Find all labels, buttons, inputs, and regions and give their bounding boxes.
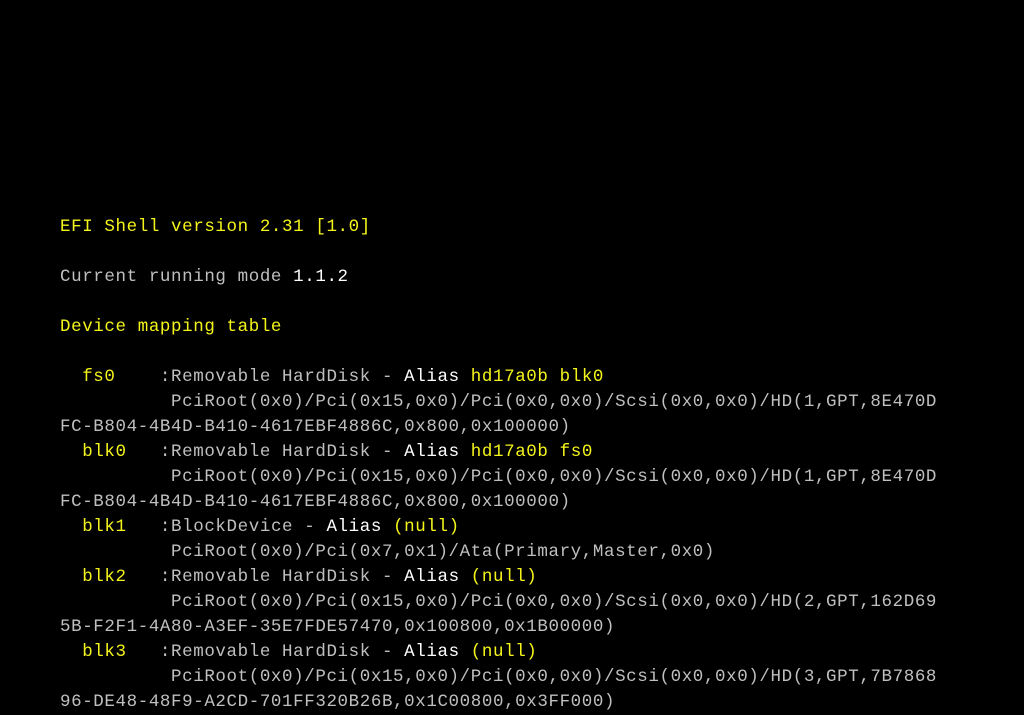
device-path: PciRoot(0x0)/Pci(0x7,0x1)/Ata(Primary,Ma…	[60, 540, 1024, 565]
alias-value: hd17a0b blk0	[471, 367, 604, 387]
alias-label: Alias	[404, 442, 471, 462]
device-type: :Removable HardDisk -	[160, 642, 404, 662]
device-entry: blk1 :BlockDevice - Alias (null)	[60, 515, 1024, 540]
shell-version-label: EFI Shell version 2.31 [1.0]	[60, 217, 371, 237]
device-name: fs0	[60, 367, 160, 387]
device-mapping-label: Device mapping table	[60, 317, 282, 337]
device-path: PciRoot(0x0)/Pci(0x15,0x0)/Pci(0x0,0x0)/…	[60, 390, 1024, 415]
alias-label: Alias	[326, 517, 393, 537]
alias-label: Alias	[404, 567, 471, 587]
running-mode-label: Current running mode	[60, 267, 293, 287]
device-path: PciRoot(0x0)/Pci(0x15,0x0)/Pci(0x0,0x0)/…	[60, 590, 1024, 615]
device-name: blk3	[60, 642, 160, 662]
device-name: blk1	[60, 517, 160, 537]
alias-label: Alias	[404, 367, 471, 387]
device-type: :BlockDevice -	[160, 517, 327, 537]
device-mapping-header: Device mapping table	[60, 315, 1024, 340]
running-mode-value: 1.1.2	[293, 267, 349, 287]
alias-value: hd17a0b fs0	[471, 442, 593, 462]
alias-value: (null)	[471, 642, 538, 662]
device-name: blk0	[60, 442, 160, 462]
device-path: PciRoot(0x0)/Pci(0x15,0x0)/Pci(0x0,0x0)/…	[60, 665, 1024, 690]
device-type: :Removable HardDisk -	[160, 567, 404, 587]
device-entry: fs0 :Removable HardDisk - Alias hd17a0b …	[60, 365, 1024, 390]
device-path-continuation: FC-B804-4B4D-B410-4617EBF4886C,0x800,0x1…	[60, 415, 1024, 440]
device-path-continuation: FC-B804-4B4D-B410-4617EBF4886C,0x800,0x1…	[60, 490, 1024, 515]
device-entry: blk2 :Removable HardDisk - Alias (null)	[60, 565, 1024, 590]
alias-value: (null)	[471, 567, 538, 587]
running-mode-line: Current running mode 1.1.2	[60, 265, 1024, 290]
efi-shell-terminal[interactable]: EFI Shell version 2.31 [1.0] Current run…	[0, 100, 1024, 715]
device-entry: blk0 :Removable HardDisk - Alias hd17a0b…	[60, 440, 1024, 465]
shell-header: EFI Shell version 2.31 [1.0]	[60, 215, 1024, 240]
device-entry: blk3 :Removable HardDisk - Alias (null)	[60, 640, 1024, 665]
device-type: :Removable HardDisk -	[160, 442, 404, 462]
alias-label: Alias	[404, 642, 471, 662]
device-path-continuation: 96-DE48-48F9-A2CD-701FF320B26B,0x1C00800…	[60, 690, 1024, 715]
device-name: blk2	[60, 567, 160, 587]
device-path: PciRoot(0x0)/Pci(0x15,0x0)/Pci(0x0,0x0)/…	[60, 465, 1024, 490]
device-list: fs0 :Removable HardDisk - Alias hd17a0b …	[60, 365, 1024, 715]
device-type: :Removable HardDisk -	[160, 367, 404, 387]
alias-value: (null)	[393, 517, 460, 537]
device-path-continuation: 5B-F2F1-4A80-A3EF-35E7FDE57470,0x100800,…	[60, 615, 1024, 640]
